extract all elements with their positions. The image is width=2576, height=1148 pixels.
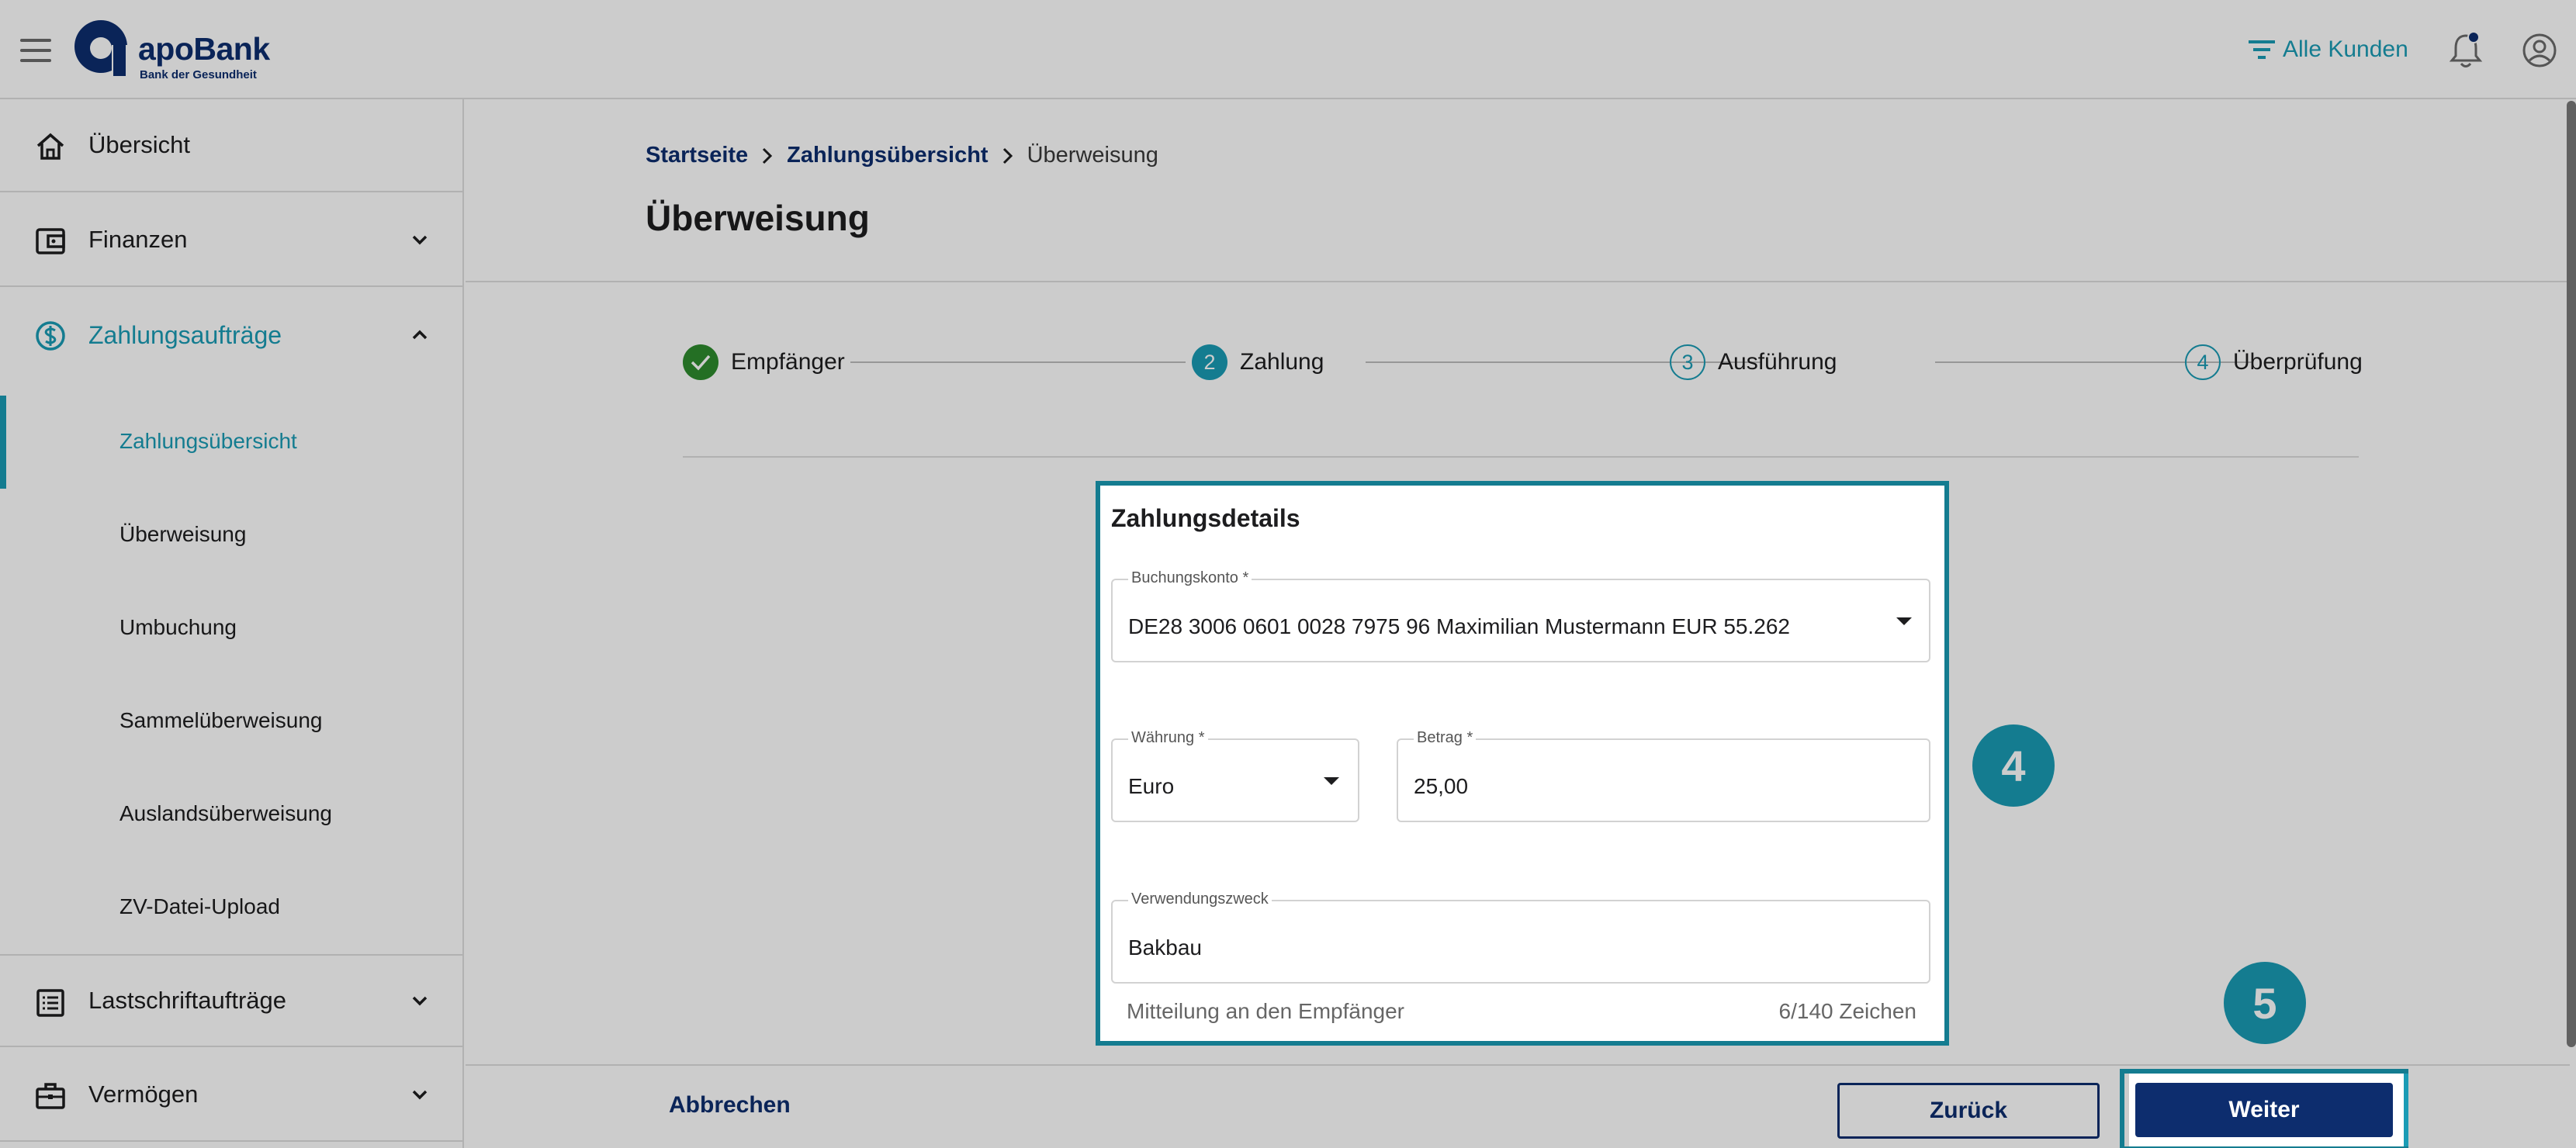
field-label: Währung * — [1128, 729, 1208, 747]
field-label: Verwendungszweck — [1128, 890, 1272, 908]
chevron-up-icon — [412, 330, 428, 340]
cancel-button[interactable]: Abbrechen — [669, 1092, 791, 1119]
field-label: Buchungskonto * — [1128, 569, 1252, 587]
step-ueberpruefung[interactable]: 4 Überprüfung — [2185, 343, 2363, 382]
sidebar-item-label: Zahlungsaufträge — [88, 320, 282, 349]
page-scrollbar[interactable] — [2567, 101, 2576, 1047]
field-value: DE28 3006 0601 0028 7975 96 Maximilian M… — [1128, 614, 1790, 638]
sidebar-subitem-ueberweisung[interactable]: Überweisung — [0, 489, 464, 582]
sidebar-item-zahlungsauftraege[interactable]: Zahlungsaufträge — [0, 289, 464, 382]
chevron-down-icon — [412, 235, 428, 245]
section-divider — [683, 456, 2359, 458]
caret-down-icon — [1896, 617, 1912, 625]
breadcrumb-current: Überweisung — [1027, 143, 1158, 168]
page-header: Startseite Zahlungsübersicht Überweisung… — [466, 101, 2568, 282]
chevron-down-icon — [412, 996, 428, 1006]
back-button[interactable]: Zurück — [1837, 1083, 2100, 1139]
step-number: 3 — [1670, 344, 1705, 380]
customer-filter-button[interactable]: Alle Kunden — [2249, 34, 2408, 65]
card-title: Zahlungsdetails — [1111, 504, 1300, 532]
step-ausfuehrung[interactable]: 3 Ausführung — [1670, 343, 1837, 382]
step-label: Zahlung — [1240, 349, 1324, 375]
sidebar-subitem-label: Überweisung — [119, 522, 247, 546]
sidebar-item-vermoegen[interactable]: Vermögen — [0, 1049, 464, 1142]
user-profile-icon[interactable] — [2522, 33, 2557, 68]
filter-label: Alle Kunden — [2283, 36, 2408, 62]
step-zahlung[interactable]: 2 Zahlung — [1192, 343, 1324, 382]
amount-input[interactable]: Betrag * 25,00 — [1397, 729, 1930, 822]
filter-icon — [2249, 40, 2275, 59]
progress-stepper: Empfänger 2 Zahlung 3 Ausführung 4 Überp… — [683, 343, 2363, 382]
breadcrumb-startseite[interactable]: Startseite — [646, 143, 748, 168]
sidebar: Übersicht Finanzen Zahlungsaufträge Zahl… — [0, 99, 464, 1148]
wallet-icon — [36, 228, 65, 254]
caret-down-icon — [1324, 777, 1339, 785]
payment-details-card: Zahlungsdetails Buchungskonto * DE28 300… — [1096, 481, 1949, 1046]
field-value: Bakbau — [1128, 935, 1202, 960]
booking-account-select[interactable]: Buchungskonto * DE28 3006 0601 0028 7975… — [1111, 569, 1930, 662]
sidebar-subitem-zahlungsuebersicht[interactable]: Zahlungsübersicht — [0, 396, 464, 489]
sidebar-subitem-umbuchung[interactable]: Umbuchung — [0, 582, 464, 675]
brand-name: apoBank — [138, 31, 270, 67]
chevron-right-icon — [1002, 147, 1013, 164]
step-label: Ausführung — [1718, 349, 1837, 375]
step-number: 2 — [1192, 344, 1227, 380]
sidebar-item-label: Vermögen — [88, 1081, 199, 1108]
brand-tagline: Bank der Gesundheit — [140, 68, 257, 81]
sidebar-subitem-label: ZV-Datei-Upload — [119, 894, 280, 918]
step-label: Empfänger — [731, 349, 845, 375]
field-value: Euro — [1128, 774, 1175, 798]
sidebar-subitem-label: Zahlungsübersicht — [119, 429, 297, 453]
character-counter: 6/140 Zeichen — [1778, 999, 1916, 1023]
page-title: Überweisung — [646, 198, 870, 238]
next-button[interactable]: Weiter — [2135, 1083, 2393, 1137]
list-icon — [36, 989, 64, 1017]
sidebar-item-label: Übersicht — [88, 131, 190, 158]
step-number: 4 — [2185, 344, 2221, 380]
top-header: apoBank Bank der Gesundheit Alle Kunden — [0, 0, 2576, 99]
sidebar-subitem-label: Umbuchung — [119, 615, 237, 639]
field-label: Betrag * — [1414, 729, 1477, 747]
breadcrumb: Startseite Zahlungsübersicht Überweisung — [646, 143, 1158, 168]
annotation-marker-form: 4 — [1972, 724, 2055, 807]
step-label: Überprüfung — [2233, 349, 2363, 375]
apobank-logo-icon — [74, 20, 130, 76]
field-value: 25,00 — [1414, 774, 1469, 798]
sidebar-subitem-label: Sammelüberweisung — [119, 708, 323, 732]
sidebar-item-uebersicht[interactable]: Übersicht — [0, 99, 464, 192]
sidebar-item-label: Lastschriftaufträge — [88, 987, 287, 1014]
sidebar-subitem-label: Auslandsüberweisung — [119, 801, 332, 825]
sidebar-subitem-auslandsueberweisung[interactable]: Auslandsüberweisung — [0, 768, 464, 861]
brand-logo[interactable]: apoBank Bank der Gesundheit — [71, 17, 304, 87]
sidebar-item-label: Finanzen — [88, 226, 188, 253]
notification-badge — [2467, 31, 2480, 43]
sidebar-item-finanzen[interactable]: Finanzen — [0, 194, 464, 287]
breadcrumb-zahlungsuebersicht[interactable]: Zahlungsübersicht — [787, 143, 988, 168]
purpose-helper-text: Mitteilung an den Empfänger — [1127, 999, 1404, 1023]
step-empfaenger[interactable]: Empfänger — [683, 343, 845, 382]
chevron-down-icon — [412, 1090, 428, 1100]
sidebar-subitem-sammelueberweisung[interactable]: Sammelüberweisung — [0, 675, 464, 768]
menu-icon[interactable] — [20, 39, 51, 62]
action-footer: Abbrechen Zurück Weiter — [466, 1064, 2570, 1148]
sidebar-subitem-zv-datei-upload[interactable]: ZV-Datei-Upload — [0, 861, 464, 954]
sidebar-item-lastschriftauftraege[interactable]: Lastschriftaufträge — [0, 954, 464, 1047]
dollar-circle-icon — [36, 321, 65, 351]
stepper-connector — [850, 361, 1186, 363]
chevron-right-icon — [763, 147, 773, 164]
purpose-input[interactable]: Verwendungszweck Bakbau — [1111, 890, 1930, 984]
next-button-highlight: Weiter — [2120, 1069, 2408, 1148]
home-icon — [36, 133, 64, 160]
briefcase-icon — [36, 1083, 65, 1109]
checkmark-icon — [683, 344, 718, 380]
annotation-marker-next: 5 — [2224, 962, 2306, 1044]
currency-select[interactable]: Währung * Euro — [1111, 729, 1359, 822]
